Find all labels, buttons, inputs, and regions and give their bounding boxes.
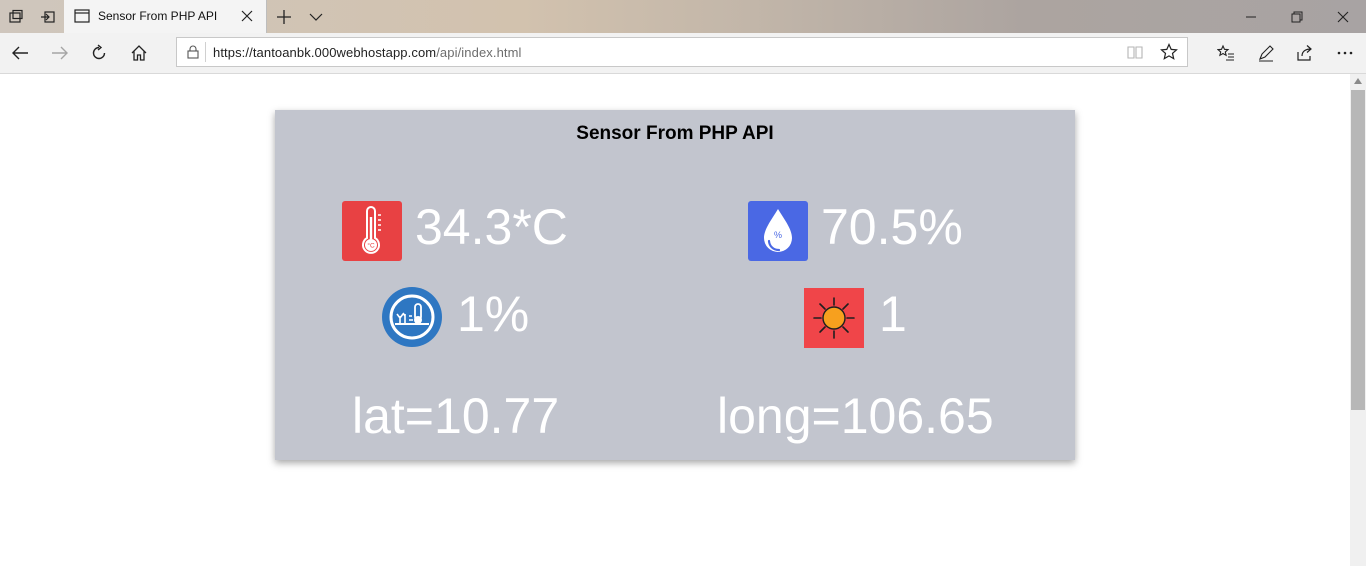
favorite-star-icon[interactable] xyxy=(1160,43,1178,66)
set-tabs-aside-icon[interactable] xyxy=(32,0,64,33)
restore-icon[interactable] xyxy=(1274,0,1320,33)
temperature-value: 34.3*C xyxy=(415,199,568,255)
minimize-icon[interactable] xyxy=(1228,0,1274,33)
home-icon[interactable] xyxy=(123,37,155,69)
reading-view-icon[interactable] xyxy=(1127,44,1143,65)
water-drop-icon-label: % xyxy=(774,230,782,240)
sensor-card: Sensor From PHP API °C 34.3*C % 70.5% 1%… xyxy=(275,110,1075,460)
scroll-up-arrow-icon[interactable] xyxy=(1354,78,1362,84)
thermometer-icon-label: °C xyxy=(367,242,375,250)
url-host: https://tantoanbk.000webhostapp.com xyxy=(213,45,437,60)
scrollbar-thumb[interactable] xyxy=(1351,90,1365,410)
humidity-value: 70.5% xyxy=(821,199,963,255)
browser-nav-bar: https://tantoanbk.000webhostapp.com/api/… xyxy=(0,33,1366,74)
tab-title: Sensor From PHP API xyxy=(98,9,218,23)
thermometer-icon: °C xyxy=(342,201,402,261)
light-value: 1 xyxy=(879,286,907,342)
refresh-icon[interactable] xyxy=(83,37,115,69)
url-path: /api/index.html xyxy=(436,45,522,60)
web-note-pen-icon[interactable] xyxy=(1250,37,1282,69)
new-tab-icon[interactable] xyxy=(268,0,300,33)
share-icon[interactable] xyxy=(1289,37,1321,69)
longitude-value: long=106.65 xyxy=(717,388,994,444)
tab-sensor[interactable]: Sensor From PHP API xyxy=(64,0,267,33)
favorites-list-icon[interactable] xyxy=(1210,37,1242,69)
back-arrow-icon[interactable] xyxy=(4,37,36,69)
address-bar[interactable]: https://tantoanbk.000webhostapp.com/api/… xyxy=(176,37,1188,67)
url-text[interactable]: https://tantoanbk.000webhostapp.com/api/… xyxy=(213,45,522,60)
lock-icon xyxy=(187,45,199,64)
sun-icon xyxy=(804,288,864,348)
tab-sets-aside-icon[interactable] xyxy=(0,0,32,33)
water-drop-icon: % xyxy=(748,201,808,261)
more-options-icon[interactable] xyxy=(1329,37,1361,69)
tab-preview-chevron-icon[interactable] xyxy=(300,0,332,33)
page-icon xyxy=(74,9,90,28)
latitude-value: lat=10.77 xyxy=(352,388,560,444)
address-divider xyxy=(205,42,206,62)
close-tab-icon[interactable] xyxy=(240,9,254,28)
soil-moisture-value: 1% xyxy=(457,286,530,342)
browser-title-bar: Sensor From PHP API xyxy=(0,0,1366,33)
card-title: Sensor From PHP API xyxy=(576,123,774,144)
soil-moisture-icon xyxy=(382,287,442,347)
forward-arrow-icon[interactable] xyxy=(44,37,76,69)
close-window-icon[interactable] xyxy=(1320,0,1366,33)
